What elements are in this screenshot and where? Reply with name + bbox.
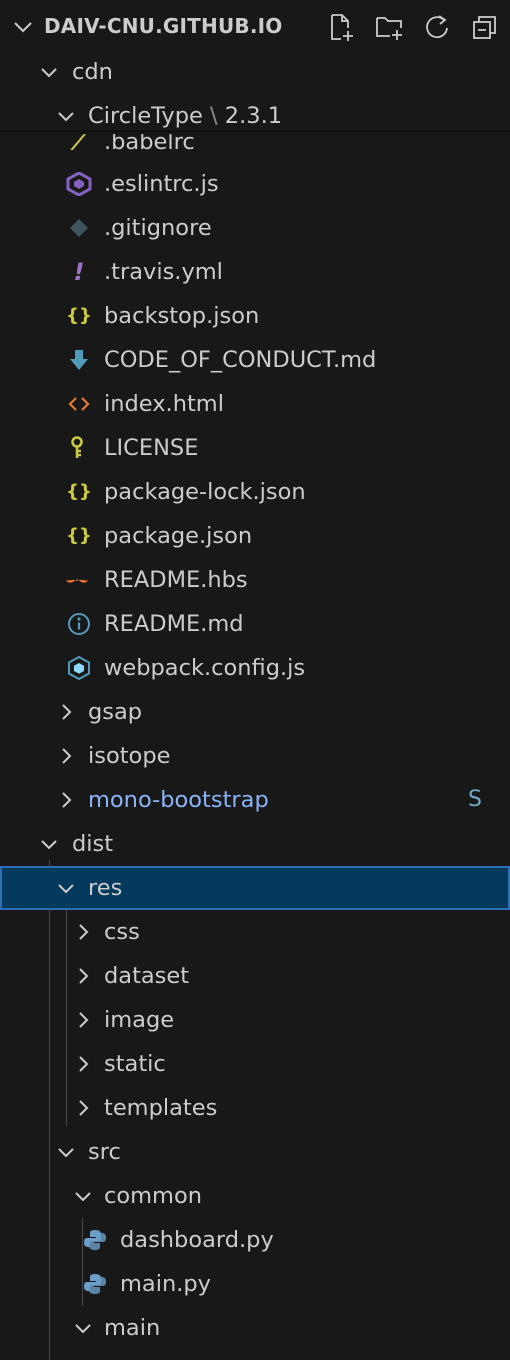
json-icon: {}	[66, 481, 92, 502]
file-label: index.html	[104, 391, 224, 417]
git-icon	[70, 219, 88, 237]
folder-label: templates	[104, 1095, 218, 1121]
eslint-icon	[66, 172, 92, 196]
file-label: README.md	[104, 611, 244, 637]
markdown-down-arrow-icon	[70, 350, 88, 370]
folder-label: 2.3.1	[224, 103, 283, 129]
tree-item-dashboard-py[interactable]: dashboard.py	[0, 1218, 510, 1262]
tree-item-dist[interactable]: dist	[0, 822, 510, 866]
tree-item-res[interactable]: res	[0, 866, 510, 910]
tree-item-dataset[interactable]: dataset	[0, 954, 510, 998]
chevron-down-icon	[41, 68, 57, 78]
file-label: main.py	[120, 1271, 211, 1297]
tree-item-main[interactable]: main	[0, 1306, 510, 1350]
tree-item-templates[interactable]: templates	[0, 1086, 510, 1130]
file-label: README.hbs	[104, 567, 248, 593]
git-status-badge: S	[468, 787, 482, 812]
file-label: .gitignore	[104, 215, 212, 241]
new-folder-icon[interactable]	[374, 12, 404, 42]
json-icon: {}	[66, 525, 92, 546]
tree-item-readme-hbs[interactable]: README.hbs	[0, 558, 510, 602]
python-icon	[84, 1274, 106, 1294]
tree-item-gitignore[interactable]: .gitignore	[0, 206, 510, 250]
tree-item-index-html[interactable]: index.html	[0, 382, 510, 426]
tree-item-mono-bootstrap[interactable]: mono-bootstrap S	[0, 778, 510, 822]
tree-item-gsap[interactable]: gsap	[0, 690, 510, 734]
path-separator: \	[210, 103, 218, 129]
folder-label: dist	[72, 831, 114, 857]
file-label: backstop.json	[104, 303, 260, 329]
tree-item-src[interactable]: src	[0, 1130, 510, 1174]
file-label: dashboard.py	[120, 1227, 274, 1253]
chevron-down-icon	[75, 1324, 91, 1334]
tree-item-code-of-conduct[interactable]: CODE_OF_CONDUCT.md	[0, 338, 510, 382]
file-label: package.json	[104, 523, 253, 549]
tree-item-travis[interactable]: ! .travis.yml	[0, 250, 510, 294]
new-file-icon[interactable]	[326, 12, 356, 42]
folder-label: common	[104, 1183, 202, 1209]
folder-label: css	[104, 919, 140, 945]
file-label: LICENSE	[104, 435, 199, 461]
chevron-right-icon	[79, 1100, 89, 1116]
tree-item-static[interactable]: static	[0, 1042, 510, 1086]
chevron-down-icon	[58, 884, 74, 894]
chevron-right-icon	[79, 968, 89, 984]
handlebars-mustache-icon	[65, 579, 89, 583]
chevron-right-icon	[62, 748, 72, 764]
tree-item-package-json[interactable]: {} package.json	[0, 514, 510, 558]
folder-label: cdn	[72, 59, 113, 85]
file-label: CODE_OF_CONDUCT.md	[104, 347, 377, 373]
tree-item-main-py[interactable]: main.py	[0, 1262, 510, 1306]
chevron-down-icon	[75, 1192, 91, 1202]
tree-item-license[interactable]: LICENSE	[0, 426, 510, 470]
tree-item-backstop-json[interactable]: {} backstop.json	[0, 294, 510, 338]
refresh-icon[interactable]	[422, 12, 452, 42]
tree-item-eslintrc[interactable]: .eslintrc.js	[0, 162, 510, 206]
chevron-right-icon	[62, 792, 72, 808]
tree-item-common[interactable]: common	[0, 1174, 510, 1218]
sticky-scroll-shadow	[0, 130, 510, 136]
folder-label: src	[88, 1139, 121, 1165]
folder-label: isotope	[88, 743, 171, 769]
json-icon: {}	[66, 305, 92, 326]
license-key-icon	[71, 436, 83, 458]
chevron-right-icon	[79, 1012, 89, 1028]
folder-label: CircleType	[88, 103, 203, 129]
tree-item-css[interactable]: css	[0, 910, 510, 954]
tree-item-package-lock-json[interactable]: {} package-lock.json	[0, 470, 510, 514]
folder-label: main	[104, 1315, 161, 1341]
chevron-right-icon	[79, 1056, 89, 1072]
chevron-right-icon	[62, 704, 72, 720]
tree-item-webpack-config[interactable]: webpack.config.js	[0, 646, 510, 690]
info-icon	[68, 613, 90, 635]
python-icon	[84, 1230, 106, 1250]
workspace-title: DAIV-CNU.GITHUB.IO	[44, 14, 283, 38]
yaml-icon: !	[73, 258, 85, 286]
file-label: webpack.config.js	[104, 655, 306, 681]
file-label: .eslintrc.js	[104, 171, 219, 197]
collapse-all-icon[interactable]	[470, 12, 500, 42]
folder-label: mono-bootstrap	[88, 787, 269, 813]
chevron-down-icon	[41, 840, 57, 850]
tree-item-readme-md[interactable]: README.md	[0, 602, 510, 646]
chevron-right-icon	[79, 924, 89, 940]
chevron-down-icon	[58, 1148, 74, 1158]
folder-label: image	[104, 1007, 175, 1033]
webpack-cube-icon	[68, 656, 90, 680]
tree-item-cdn[interactable]: cdn	[0, 50, 510, 94]
tree-item-circletype[interactable]: CircleType \ 2.3.1	[0, 94, 510, 134]
html-icon	[68, 397, 90, 411]
explorer-header[interactable]: DAIV-CNU.GITHUB.IO	[0, 0, 510, 56]
file-label: package-lock.json	[104, 479, 306, 505]
chevron-down-icon	[58, 112, 74, 122]
folder-label: gsap	[88, 699, 143, 725]
folder-label: dataset	[104, 963, 190, 989]
folder-label: res	[88, 875, 123, 901]
tree-item-isotope[interactable]: isotope	[0, 734, 510, 778]
file-label: .travis.yml	[104, 259, 223, 285]
tree-item-image[interactable]: image	[0, 998, 510, 1042]
chevron-down-icon[interactable]	[12, 16, 34, 38]
folder-label: static	[104, 1051, 166, 1077]
